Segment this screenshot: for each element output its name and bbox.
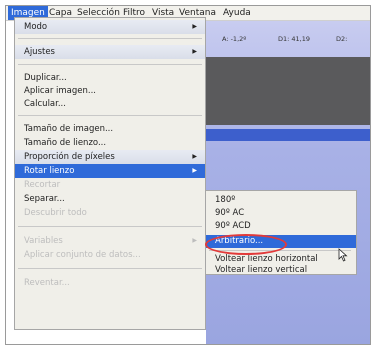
menu-item-recortar[interactable]: Recortar bbox=[15, 178, 205, 192]
submenu-arrow-icon: ▶ bbox=[192, 167, 197, 174]
angle-readout: A: -1,2º bbox=[222, 35, 247, 43]
document-tab-bar bbox=[206, 129, 370, 141]
menu-item-label: Modo bbox=[24, 22, 48, 32]
submenu-item-voltear-vertical[interactable]: Voltear lienzo vertical bbox=[206, 264, 356, 277]
menu-item-calcular[interactable]: Calcular... bbox=[15, 97, 205, 111]
menu-item-aplicar-imagen[interactable]: Aplicar imagen... bbox=[15, 84, 205, 98]
imagen-dropdown-menu: Modo ▶ Ajustes ▶ Duplicar... Aplicar image… bbox=[14, 17, 206, 330]
rotar-lienzo-submenu: 180º 90º AC 90º ACD Arbitrario... Voltea… bbox=[205, 190, 357, 275]
menu-separator bbox=[18, 38, 202, 39]
submenu-item-90-ac[interactable]: 90º AC bbox=[206, 207, 356, 220]
menu-item-label: Proporción de píxeles bbox=[24, 152, 115, 162]
submenu-arrow-icon: ▶ bbox=[192, 237, 197, 244]
submenu-item-180[interactable]: 180º bbox=[206, 194, 356, 207]
distance2-readout: D2: bbox=[336, 35, 348, 43]
menu-item-proporcion-pixeles[interactable]: Proporción de píxeles ▶ bbox=[15, 150, 205, 164]
panel-area bbox=[206, 57, 370, 125]
menu-item-reventar[interactable]: Reventar... bbox=[15, 276, 205, 290]
menu-item-label: Variables bbox=[24, 236, 63, 246]
menu-ayuda[interactable]: Ayuda bbox=[220, 6, 254, 20]
menu-item-ajustes[interactable]: Ajustes ▶ bbox=[15, 45, 205, 59]
menu-item-aplicar-datos[interactable]: Aplicar conjunto de datos... bbox=[15, 248, 205, 262]
submenu-arrow-icon: ▶ bbox=[192, 153, 197, 160]
submenu-arrow-icon: ▶ bbox=[192, 23, 197, 30]
mouse-cursor-icon bbox=[338, 248, 348, 262]
menu-item-separar[interactable]: Separar... bbox=[15, 192, 205, 206]
menu-item-label: Rotar lienzo bbox=[24, 166, 75, 176]
menu-item-tamano-imagen[interactable]: Tamaño de imagen... bbox=[15, 122, 205, 136]
submenu-arrow-icon: ▶ bbox=[192, 48, 197, 55]
submenu-item-90-acd[interactable]: 90º ACD bbox=[206, 220, 356, 233]
menu-separator bbox=[18, 226, 202, 227]
menu-item-variables[interactable]: Variables ▶ bbox=[15, 234, 205, 248]
highlight-circle bbox=[205, 234, 287, 255]
menu-item-duplicar[interactable]: Duplicar... bbox=[15, 71, 205, 85]
menu-item-modo[interactable]: Modo ▶ bbox=[15, 20, 205, 34]
options-bar: A: -1,2º D1: 41,19 D2: bbox=[206, 29, 370, 49]
menu-separator bbox=[18, 115, 202, 116]
menu-separator bbox=[18, 268, 202, 269]
menu-separator bbox=[18, 64, 202, 65]
menu-item-rotar-lienzo[interactable]: Rotar lienzo ▶ bbox=[15, 164, 205, 178]
distance-readout: D1: 41,19 bbox=[278, 35, 311, 43]
menu-item-label: Ajustes bbox=[24, 47, 55, 57]
menu-item-descubrir-todo[interactable]: Descubrir todo bbox=[15, 206, 205, 220]
canvas-workarea: A: -1,2º D1: 41,19 D2: bbox=[206, 21, 370, 344]
menu-item-tamano-lienzo[interactable]: Tamaño de lienzo... bbox=[15, 136, 205, 150]
